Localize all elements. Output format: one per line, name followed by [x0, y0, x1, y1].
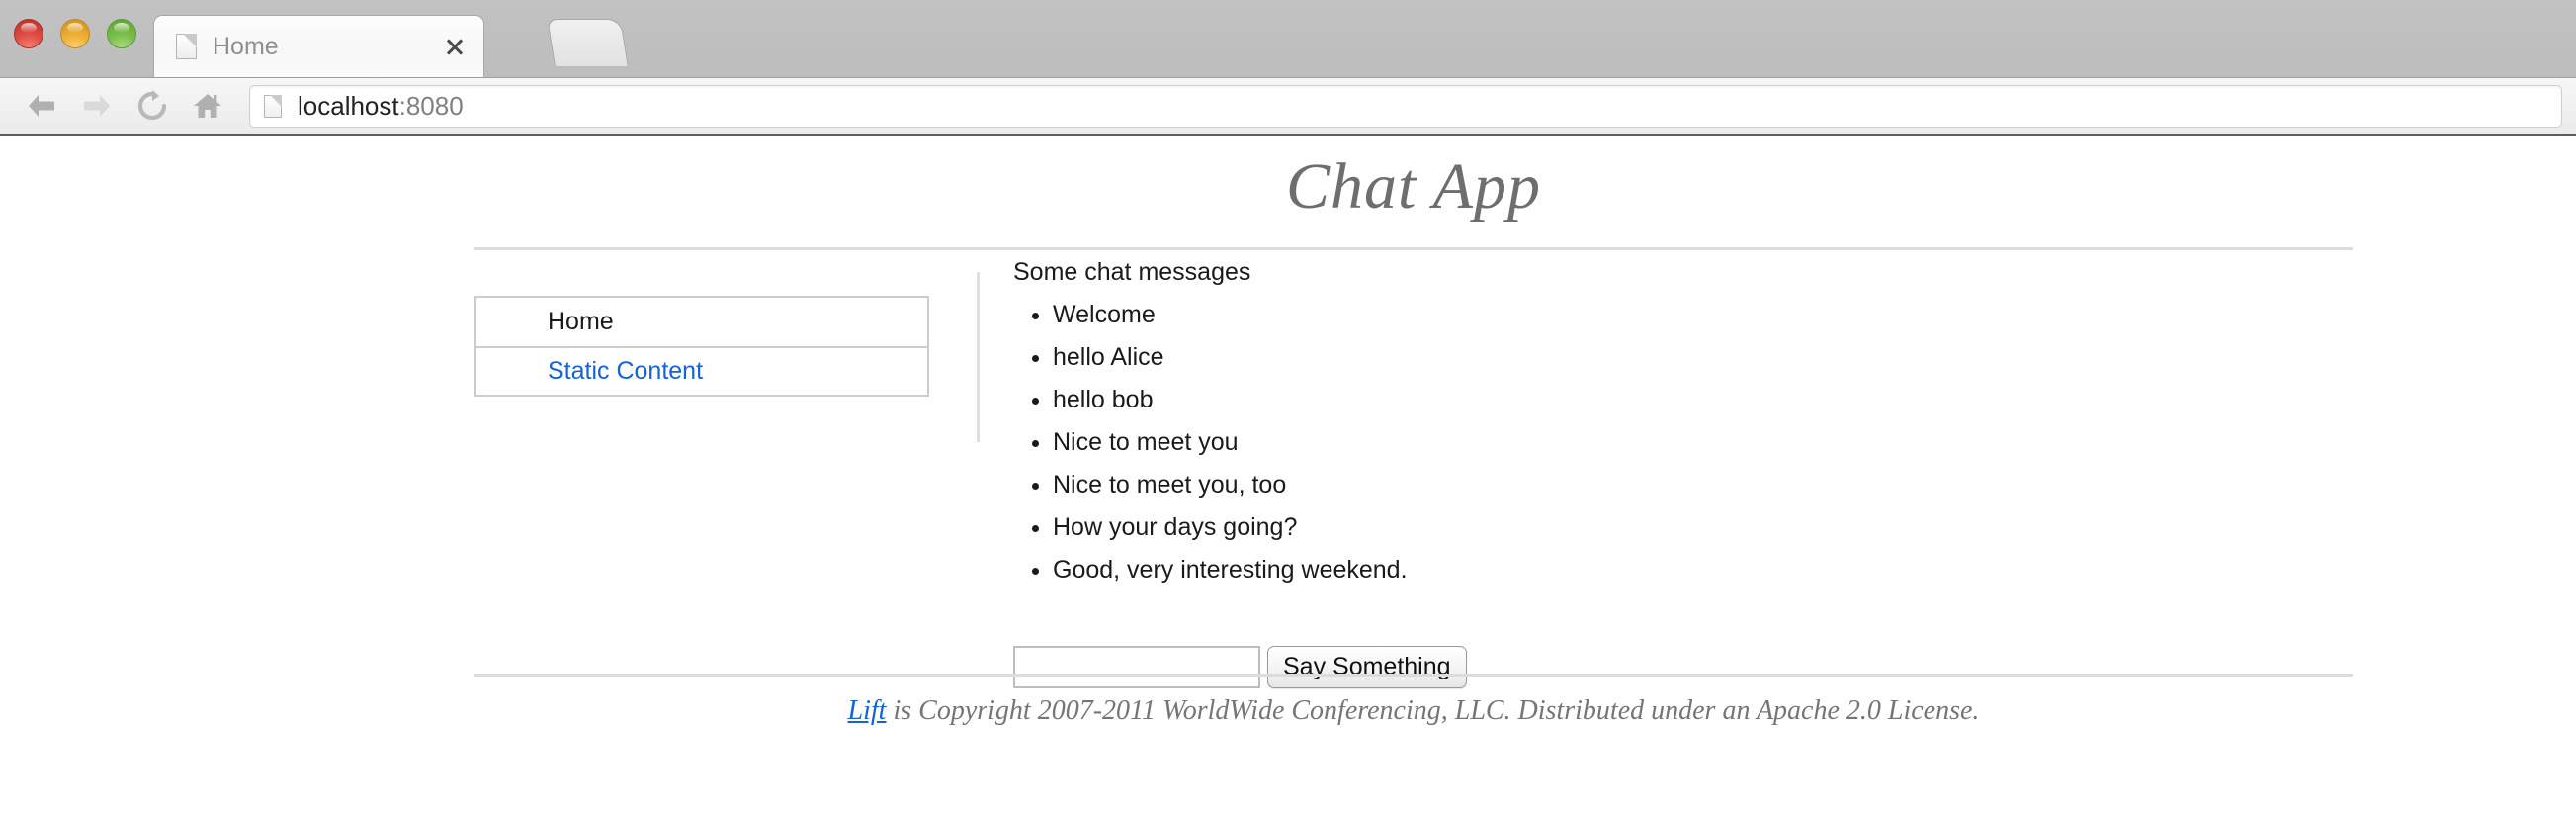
lift-link[interactable]: Lift: [848, 695, 887, 726]
address-bar[interactable]: localhost:8080: [249, 84, 2562, 128]
page-icon: [264, 94, 282, 118]
reload-button[interactable]: [125, 84, 180, 128]
list-item: Nice to meet you: [1053, 421, 2199, 464]
back-button[interactable]: [14, 84, 69, 128]
home-icon: [194, 94, 221, 118]
page-title: Chat App: [1286, 150, 1541, 223]
chat-input-row: Say Something: [1013, 646, 1467, 688]
window-minimize-button[interactable]: [60, 19, 90, 48]
home-button[interactable]: [180, 84, 235, 128]
say-something-button[interactable]: Say Something: [1267, 646, 1467, 688]
list-item: How your days going?: [1053, 506, 2199, 549]
address-port: :8080: [398, 90, 464, 121]
page-body: Chat App Home Static Content Some chat m…: [0, 136, 2576, 815]
browser-tab-home[interactable]: Home: [153, 15, 484, 77]
sidebar-item-static-content[interactable]: Static Content: [476, 346, 927, 395]
list-item: Nice to meet you, too: [1053, 464, 2199, 506]
reload-icon: [137, 90, 167, 121]
content-container: Chat App Home Static Content Some chat m…: [474, 136, 2353, 726]
page-icon: [176, 34, 197, 59]
chat-message-list: Welcome hello Alice hello bob Nice to me…: [1013, 294, 2199, 591]
window-close-button[interactable]: [14, 19, 43, 48]
forward-arrow-icon: [84, 95, 110, 117]
window-maximize-button[interactable]: [107, 19, 136, 48]
site-menu: Home Static Content: [474, 296, 929, 397]
address-bar-text: localhost:8080: [298, 91, 464, 122]
sidebar-item-home[interactable]: Home: [476, 298, 927, 346]
list-item: Good, very interesting weekend.: [1053, 549, 2199, 591]
sidebar-item-label: Static Content: [548, 357, 704, 385]
list-item: hello bob: [1053, 379, 2199, 421]
chat-message-input[interactable]: [1013, 646, 1260, 688]
main-area: Home Static Content Some chat messages W…: [474, 250, 2353, 726]
tab-title: Home: [213, 32, 279, 60]
address-host: localhost: [298, 90, 399, 121]
back-arrow-icon: [29, 95, 54, 117]
list-item: hello Alice: [1053, 336, 2199, 379]
footer-divider: [474, 674, 2353, 677]
window-controls: [14, 19, 136, 48]
footer-text: Lift is Copyright 2007-2011 WorldWide Co…: [474, 695, 2353, 727]
footer-copyright: is Copyright 2007-2011 WorldWide Confere…: [886, 695, 1980, 726]
tab-strip: Home: [0, 0, 2576, 77]
close-icon[interactable]: [440, 32, 470, 61]
list-item: Welcome: [1053, 294, 2199, 336]
browser-toolbar: localhost:8080: [0, 77, 2576, 134]
browser-chrome: Home localhost:8080: [0, 0, 2576, 136]
chat-panel: Some chat messages Welcome hello Alice h…: [1013, 258, 2199, 591]
forward-button[interactable]: [69, 84, 125, 128]
new-tab-button[interactable]: [547, 19, 629, 66]
sidebar-item-label: Home: [548, 308, 614, 335]
chat-heading: Some chat messages: [1013, 258, 1251, 286]
column-divider: [977, 272, 980, 442]
